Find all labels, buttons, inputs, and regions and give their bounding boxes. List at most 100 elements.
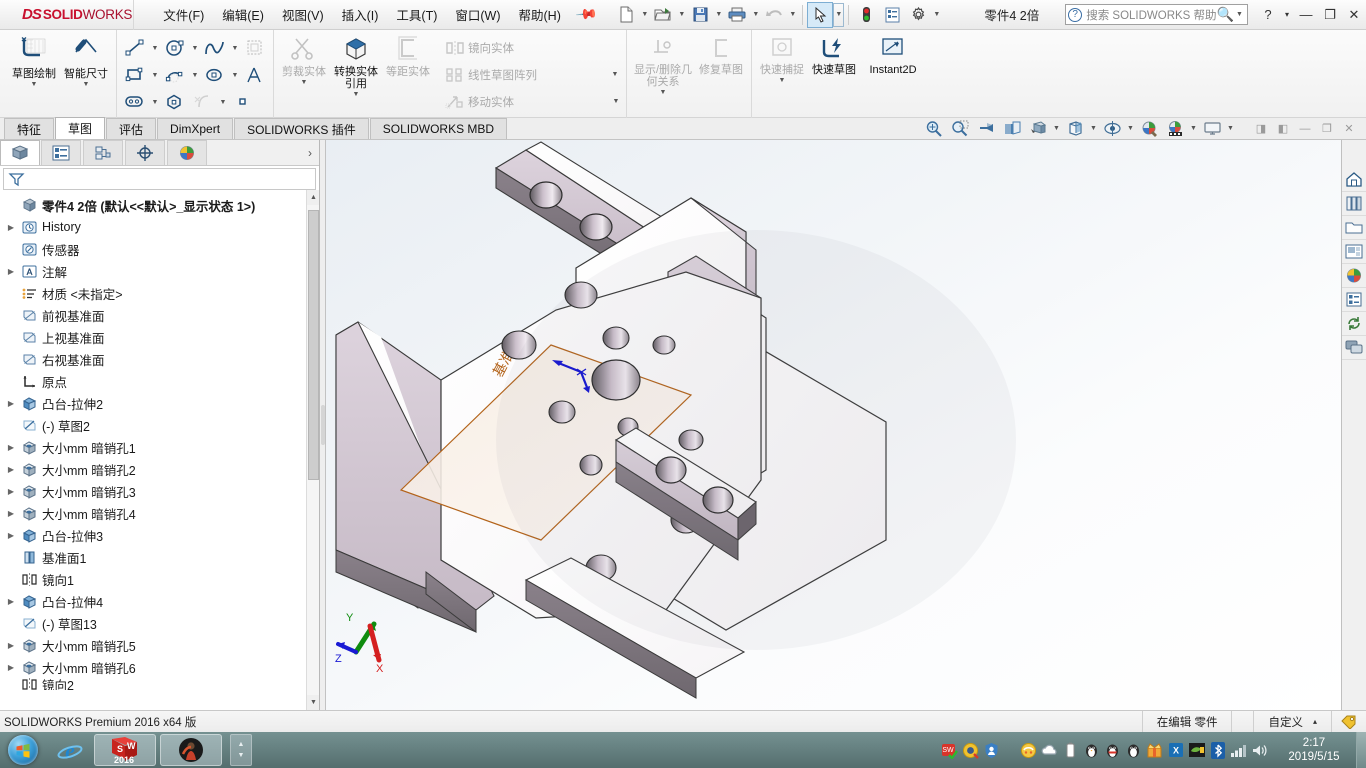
previous-view-icon[interactable]: [973, 118, 999, 139]
scroll-up-icon[interactable]: ▲: [307, 190, 319, 205]
scroll-down-icon[interactable]: ▼: [307, 695, 319, 710]
options-dropdown[interactable]: ▼: [931, 2, 942, 28]
hide-show-items-dropdown[interactable]: ▼: [1125, 118, 1136, 139]
zoom-to-fit-icon[interactable]: [921, 118, 947, 139]
minimize-button[interactable]: —: [1294, 2, 1318, 28]
tree-item-boss-extrude3[interactable]: ▶ 凸台-拉伸3: [0, 524, 319, 546]
tree-item-boss-extrude4[interactable]: ▶ 凸台-拉伸4: [0, 590, 319, 612]
tree-item-history[interactable]: ▶ History: [0, 216, 319, 238]
slot-tool-dropdown[interactable]: ▼: [149, 90, 161, 115]
tray-qq-penguin-icon[interactable]: [1081, 739, 1102, 761]
taskbar-scroll-buttons[interactable]: ▲ ▼: [230, 734, 252, 766]
restore-button[interactable]: ❐: [1318, 2, 1342, 28]
tree-item-annotations[interactable]: ▶ 注解: [0, 260, 319, 282]
show-desktop-button[interactable]: [1356, 732, 1366, 768]
tree-item-plane1[interactable]: 基准面1: [0, 546, 319, 568]
tray-qq-penguin-scarf-icon[interactable]: [1102, 739, 1123, 761]
tab-dimxpert[interactable]: DimXpert: [157, 118, 234, 139]
expand-arrow[interactable]: ▶: [4, 641, 18, 650]
restore-doc-icon[interactable]: ❐: [1316, 118, 1338, 139]
tree-root[interactable]: 零件4 2倍 (默认<<默认>_显示状态 1>): [0, 194, 319, 216]
coordinate-triad[interactable]: Y Z X: [332, 604, 402, 674]
help-button[interactable]: ?: [1256, 2, 1280, 28]
tray-security-shield-icon[interactable]: [981, 739, 1002, 761]
display-style-icon[interactable]: [1062, 118, 1088, 139]
task-pane-home-icon[interactable]: [1342, 168, 1366, 192]
tree-item-right-plane[interactable]: 右视基准面: [0, 348, 319, 370]
tag-icon[interactable]: [1331, 710, 1366, 733]
undo-icon[interactable]: [761, 2, 787, 28]
file-explorer-icon[interactable]: [1342, 216, 1366, 240]
line-tool-dropdown[interactable]: ▼: [149, 36, 161, 61]
print-icon[interactable]: [724, 2, 750, 28]
appearances-scenes-icon[interactable]: [1342, 264, 1366, 288]
tray-nvidia-icon[interactable]: [1186, 739, 1207, 761]
smart-dimension-button[interactable]: 智能尺寸 ▼: [60, 32, 112, 88]
tree-item-dowel-hole2[interactable]: ▶ 大小mm 暗销孔2: [0, 458, 319, 480]
save-icon[interactable]: [687, 2, 713, 28]
new-document-icon[interactable]: [613, 2, 639, 28]
tray-bluetooth-icon[interactable]: [1207, 739, 1228, 761]
search-dropdown[interactable]: ▼: [1234, 2, 1245, 28]
circle-tool-dropdown[interactable]: ▼: [189, 36, 201, 61]
view-orientation-dropdown[interactable]: ▼: [1051, 118, 1062, 139]
linear-pattern-dropdown[interactable]: ▼: [609, 62, 621, 87]
apply-scene-icon[interactable]: [1162, 118, 1188, 139]
select-cursor-icon[interactable]: [807, 1, 834, 28]
arc-tool-dropdown[interactable]: ▼: [189, 63, 201, 88]
display-delete-relations-button[interactable]: 显示/删除几何关系 ▼: [631, 32, 695, 96]
options-gear-icon[interactable]: [905, 2, 931, 28]
configuration-manager-tab[interactable]: [83, 140, 123, 165]
expand-arrow[interactable]: ▶: [4, 531, 18, 540]
instant2d-button[interactable]: Instant2D: [860, 32, 926, 76]
convert-entities-button[interactable]: 转换实体引用 ▼: [330, 32, 382, 98]
edit-appearance-icon[interactable]: [1136, 118, 1162, 139]
close-button[interactable]: ✕: [1342, 2, 1366, 28]
customize-arrow-icon[interactable]: ▴: [1313, 717, 1317, 726]
property-manager-tab[interactable]: [41, 140, 81, 165]
menu-insert[interactable]: 插入(I): [333, 1, 388, 28]
save-dropdown[interactable]: ▼: [713, 2, 724, 28]
tree-item-boss-extrude2[interactable]: ▶ 凸台-拉伸2: [0, 392, 319, 414]
move-entities-button[interactable]: 移动实体 ▼: [442, 88, 622, 115]
tray-solidworks-icon[interactable]: SW: [939, 739, 960, 761]
slot-tool-icon[interactable]: [121, 90, 149, 115]
view-orientation-icon[interactable]: [1025, 118, 1051, 139]
feature-manager-tab[interactable]: [0, 140, 40, 165]
tray-battery-icon[interactable]: [1060, 739, 1081, 761]
tree-item-dowel-hole6[interactable]: ▶ 大小mm 暗销孔6: [0, 656, 319, 678]
tray-qq-penguin-2-icon[interactable]: [1123, 739, 1144, 761]
expand-arrow[interactable]: ▶: [4, 399, 18, 408]
manager-expand-icon[interactable]: ›: [301, 140, 319, 165]
trim-entities-grid-icon[interactable]: [241, 36, 269, 61]
view-palette-icon[interactable]: [1342, 240, 1366, 264]
text-tool-icon[interactable]: [241, 63, 269, 88]
tree-item-top-plane[interactable]: 上视基准面: [0, 326, 319, 348]
menu-edit[interactable]: 编辑(E): [213, 1, 273, 28]
tab-sketch[interactable]: 草图: [55, 117, 106, 139]
fillet-tool-dropdown[interactable]: ▼: [217, 90, 229, 115]
display-style-dropdown[interactable]: ▼: [1088, 118, 1099, 139]
menu-tools[interactable]: 工具(T): [387, 1, 446, 28]
trim-entities-dropdown[interactable]: ▼: [301, 79, 308, 86]
tab-evaluate[interactable]: 评估: [106, 118, 157, 139]
tree-item-dowel-hole4[interactable]: ▶ 大小mm 暗销孔4: [0, 502, 319, 524]
open-document-icon[interactable]: [650, 2, 676, 28]
undo-dropdown[interactable]: ▼: [787, 2, 798, 28]
expand-arrow[interactable]: ▶: [4, 487, 18, 496]
sketch-button[interactable]: 草图绘制 ▼: [8, 32, 60, 88]
file-properties-icon[interactable]: [879, 2, 905, 28]
tree-item-sketch2[interactable]: (-) 草图2: [0, 414, 319, 436]
taskbar-clock[interactable]: 2:17 2019/5/15: [1272, 736, 1356, 764]
tree-item-sensors[interactable]: 传感器: [0, 238, 319, 260]
move-entities-dropdown[interactable]: ▼: [610, 89, 622, 114]
rectangle-tool-dropdown[interactable]: ▼: [149, 63, 161, 88]
forum-icon[interactable]: [1342, 336, 1366, 360]
tree-item-mirror2[interactable]: 镜向2: [0, 678, 319, 690]
tile-left-icon[interactable]: ◨: [1250, 118, 1272, 139]
help-dropdown-icon[interactable]: ▾: [1280, 2, 1294, 28]
tray-update-icon[interactable]: [960, 739, 981, 761]
tree-item-sketch13[interactable]: (-) 草图13: [0, 612, 319, 634]
tray-network-icon[interactable]: [1228, 739, 1249, 761]
graphics-area[interactable]: 基准面1: [326, 140, 1341, 710]
